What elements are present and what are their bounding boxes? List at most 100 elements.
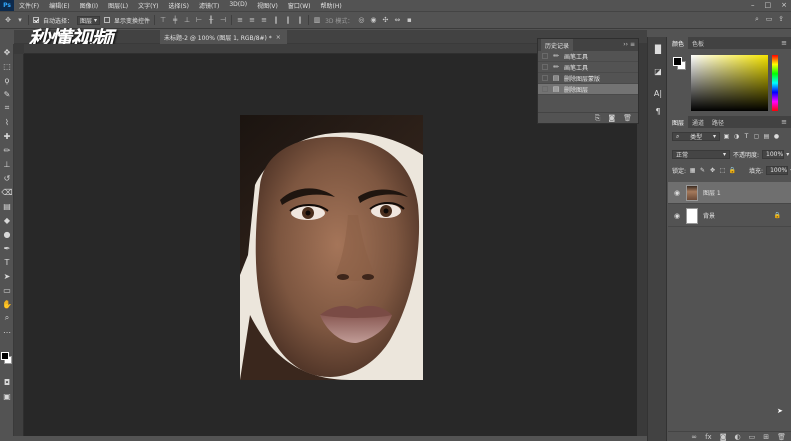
- trash-icon[interactable]: 🗑: [777, 433, 786, 441]
- align-bottom-icon[interactable]: ⊥: [183, 16, 191, 24]
- scale-3d-icon[interactable]: ▪: [405, 16, 413, 24]
- blur-tool-icon[interactable]: ◆: [1, 214, 13, 226]
- filter-toggle-icon[interactable]: ●: [773, 133, 780, 140]
- foreground-color-swatch[interactable]: [1, 352, 9, 360]
- distribute-left-icon[interactable]: ‖: [272, 16, 280, 24]
- history-item[interactable]: ▤ 删除图层蒙版: [538, 73, 638, 84]
- filter-type-icon[interactable]: T: [743, 133, 750, 140]
- paragraph-panel-icon[interactable]: ¶: [652, 105, 664, 117]
- distribute-right-icon[interactable]: ‖: [296, 16, 304, 24]
- new-document-from-state-icon[interactable]: ⎘: [595, 114, 601, 123]
- gradient-tool-icon[interactable]: ▤: [1, 200, 13, 212]
- crop-tool-icon[interactable]: ⌗: [1, 102, 13, 114]
- group-icon[interactable]: ▭: [749, 433, 756, 441]
- share-icon[interactable]: ⇪: [777, 15, 785, 23]
- clone-stamp-tool-icon[interactable]: ⊥: [1, 158, 13, 170]
- align-hcenter-icon[interactable]: ╫: [207, 16, 215, 24]
- lock-artboard-icon[interactable]: ⬚: [719, 167, 726, 174]
- color-picker-field[interactable]: [691, 55, 768, 111]
- lock-all-icon[interactable]: 🔒: [729, 167, 736, 174]
- panel-menu-icon[interactable]: ≡: [781, 39, 787, 47]
- link-layers-icon[interactable]: ∞: [691, 433, 697, 441]
- path-select-tool-icon[interactable]: ➤: [1, 270, 13, 282]
- layer-filter-dropdown[interactable]: ⌕ 类型 ▾: [672, 132, 720, 141]
- lasso-tool-icon[interactable]: ϙ: [1, 74, 13, 86]
- filter-adjust-icon[interactable]: ◑: [733, 133, 740, 140]
- brush-tool-icon[interactable]: ✏: [1, 144, 13, 156]
- auto-align-icon[interactable]: ▥: [313, 16, 321, 24]
- shape-tool-icon[interactable]: ▭: [1, 284, 13, 296]
- type-tool-icon[interactable]: T: [1, 256, 13, 268]
- panel-menu-icon[interactable]: ›› ≡: [623, 41, 635, 48]
- pan-3d-icon[interactable]: ✣: [381, 16, 389, 24]
- history-item[interactable]: ✏ 画笔工具: [538, 62, 638, 73]
- layer-name[interactable]: 背景: [703, 211, 715, 220]
- filter-shape-icon[interactable]: ▢: [753, 133, 760, 140]
- roll-3d-icon[interactable]: ◉: [369, 16, 377, 24]
- menu-item[interactable]: 编辑(E): [44, 1, 74, 10]
- tab-paths[interactable]: 路径: [708, 116, 728, 128]
- menu-item[interactable]: 滤镜(T): [194, 1, 224, 10]
- visibility-eye-icon[interactable]: ◉: [673, 212, 681, 220]
- hue-slider[interactable]: [772, 55, 778, 111]
- layer-row[interactable]: ◉ 背景 🔒: [668, 205, 791, 227]
- tab-color[interactable]: 颜色: [668, 37, 689, 49]
- foreground-color[interactable]: [673, 57, 682, 66]
- layer-row[interactable]: ◉ 图层 1: [668, 182, 791, 204]
- snapshot-camera-icon[interactable]: ◙: [608, 114, 615, 122]
- adjustment-layer-icon[interactable]: ◐: [735, 433, 741, 441]
- history-tab[interactable]: 历史记录: [541, 39, 574, 51]
- menu-item[interactable]: 帮助(H): [316, 1, 347, 10]
- menu-item[interactable]: 3D(D): [224, 1, 252, 10]
- menu-item[interactable]: 视图(V): [252, 1, 283, 10]
- close-tab-icon[interactable]: ×: [276, 34, 281, 41]
- actions-panel-icon[interactable]: ◪: [652, 65, 664, 77]
- lock-position-icon[interactable]: ✥: [709, 167, 716, 174]
- new-layer-icon[interactable]: ⊞: [763, 433, 769, 441]
- opacity-input[interactable]: 100% ▾: [762, 150, 789, 159]
- quick-mask-icon[interactable]: ◘: [1, 376, 13, 388]
- slide-3d-icon[interactable]: ⇔: [393, 16, 401, 24]
- history-source-box[interactable]: [542, 75, 548, 81]
- close-window-icon[interactable]: ×: [781, 1, 787, 9]
- history-brush-tool-icon[interactable]: ↺: [1, 172, 13, 184]
- workspace-icon[interactable]: ▭: [765, 15, 773, 23]
- quick-select-tool-icon[interactable]: ✎: [1, 88, 13, 100]
- character-panel-icon[interactable]: A|: [652, 87, 664, 99]
- menu-item[interactable]: 图层(L): [103, 1, 133, 10]
- distribute-vcenter-icon[interactable]: ≡: [248, 16, 256, 24]
- add-mask-icon[interactable]: ◙: [720, 433, 727, 441]
- screen-mode-icon[interactable]: ▣: [1, 390, 13, 402]
- history-source-box[interactable]: [542, 86, 548, 92]
- marquee-tool-icon[interactable]: ⬚: [1, 60, 13, 72]
- tab-channels[interactable]: 通道: [688, 116, 708, 128]
- menu-item[interactable]: 文件(F): [14, 1, 44, 10]
- eraser-tool-icon[interactable]: ⌫: [1, 186, 13, 198]
- layer-style-icon[interactable]: fx: [705, 433, 712, 441]
- menu-item[interactable]: 文字(Y): [133, 1, 163, 10]
- distribute-top-icon[interactable]: ≡: [236, 16, 244, 24]
- visibility-eye-icon[interactable]: ◉: [673, 189, 681, 197]
- lock-transparent-icon[interactable]: ▦: [689, 167, 696, 174]
- distribute-bottom-icon[interactable]: ≡: [260, 16, 268, 24]
- move-tool-icon[interactable]: ✥: [4, 16, 12, 24]
- history-panel-icon[interactable]: ▐▌: [652, 43, 664, 55]
- history-item[interactable]: ▤ 删除图层: [538, 84, 638, 95]
- panel-menu-icon[interactable]: ≡: [781, 118, 787, 126]
- menu-item[interactable]: 窗口(W): [283, 1, 316, 10]
- align-top-icon[interactable]: ⊤: [159, 16, 167, 24]
- dodge-tool-icon[interactable]: ●: [1, 228, 13, 240]
- layer-name[interactable]: 图层 1: [703, 188, 721, 197]
- document-tab[interactable]: 未标题-2 @ 100% (图层 1, RGB/8#) * ×: [160, 30, 287, 44]
- pen-tool-icon[interactable]: ✒: [1, 242, 13, 254]
- zoom-tool-icon[interactable]: ⌕: [1, 312, 13, 324]
- filter-smart-icon[interactable]: ▤: [763, 133, 770, 140]
- trash-icon[interactable]: 🗑: [623, 114, 632, 122]
- history-source-box[interactable]: [542, 64, 548, 70]
- move-tool-icon[interactable]: ✥: [1, 46, 13, 58]
- align-right-icon[interactable]: ⊣: [219, 16, 227, 24]
- align-left-icon[interactable]: ⊢: [195, 16, 203, 24]
- blend-mode-dropdown[interactable]: 正常 ▾: [672, 150, 730, 159]
- more-tools-icon[interactable]: ⋯: [1, 326, 13, 338]
- tab-layers[interactable]: 图层: [668, 116, 689, 128]
